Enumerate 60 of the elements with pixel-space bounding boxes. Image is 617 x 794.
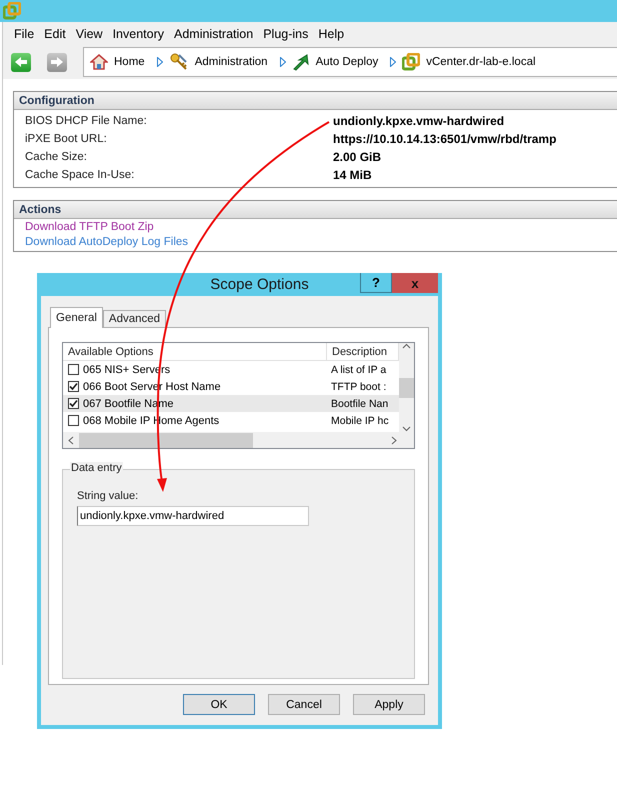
caret-icon [390,57,396,67]
property-value: undionly.kpxe.vmw-hardwired [333,114,506,128]
dialog-title: Scope Options [210,276,309,293]
vertical-scrollbar[interactable] [399,343,414,432]
app-logo-icon [3,2,21,20]
menu-item[interactable]: View [70,26,108,40]
breadcrumb-item[interactable]: Home [114,56,145,68]
group-title: Data entry [70,462,123,474]
option-description: A list of IP a [330,364,388,376]
help-button[interactable]: ? [360,273,392,293]
property-value: 2.00 GiB [333,150,382,164]
back-button[interactable] [11,52,31,72]
breadcrumb-item[interactable]: Administration [194,56,268,68]
dialog-button[interactable]: Cancel [268,694,340,715]
option-description: Bootfile Nan [330,398,390,410]
menu-item[interactable]: Plug-ins [258,26,314,40]
action-link[interactable]: Download AutoDeploy Log Files [25,236,188,248]
menu-item[interactable]: Edit [39,26,71,40]
option-description: Mobile IP hc [330,414,390,426]
right-arrow-icon [50,56,64,68]
property-label: BIOS DHCP File Name: [25,115,148,127]
arrow-icon [292,53,310,71]
property-label: Cache Size: [25,151,88,163]
breadcrumb-item[interactable]: vCenter.dr-lab-e.local [426,56,536,68]
caret-icon [156,57,163,67]
field-label: String value: [77,490,140,502]
property-value: 14 MiB [333,168,373,182]
scroll-thumb[interactable] [79,432,253,448]
close-button[interactable]: x [392,273,438,293]
scroll-thumb[interactable] [399,378,414,398]
dialog-button[interactable]: OK [183,694,255,715]
panel-header: Actions [14,201,617,219]
menu-item[interactable]: Administration [169,26,258,40]
checkbox[interactable] [68,398,79,409]
property-value: https://10.10.14.13:6501/vmw/rbd/tramp [333,132,558,146]
scroll-down-icon[interactable] [402,426,411,432]
column-header[interactable]: Available Options [63,343,327,360]
string-value-field[interactable]: undionly.kpxe.vmw-hardwired [77,506,309,526]
caret-icon [280,57,286,67]
option-description: TFTP boot : [330,380,388,392]
keys-icon [168,52,189,72]
horizontal-scrollbar[interactable] [63,432,414,448]
scroll-up-icon[interactable] [402,343,411,349]
checkbox[interactable] [68,381,79,392]
menu-item[interactable]: File [9,26,40,40]
breadcrumb-item[interactable]: Auto Deploy [316,56,378,68]
checkbox[interactable] [68,364,79,375]
menu-item[interactable]: Inventory [108,26,169,40]
left-arrow-icon [14,56,28,68]
menu-item[interactable]: Help [313,26,350,40]
action-link[interactable]: Download TFTP Boot Zip [25,221,154,233]
panel-header: Configuration [14,92,617,110]
property-label: Cache Space In-Use: [25,169,136,181]
dialog-button[interactable]: Apply [353,694,425,715]
vcenter-icon [402,53,420,71]
checkbox[interactable] [68,415,79,426]
tab[interactable]: General [50,307,103,328]
tab[interactable]: Advanced [102,310,166,327]
home-icon [90,53,108,71]
property-label: iPXE Boot URL: [25,133,108,145]
